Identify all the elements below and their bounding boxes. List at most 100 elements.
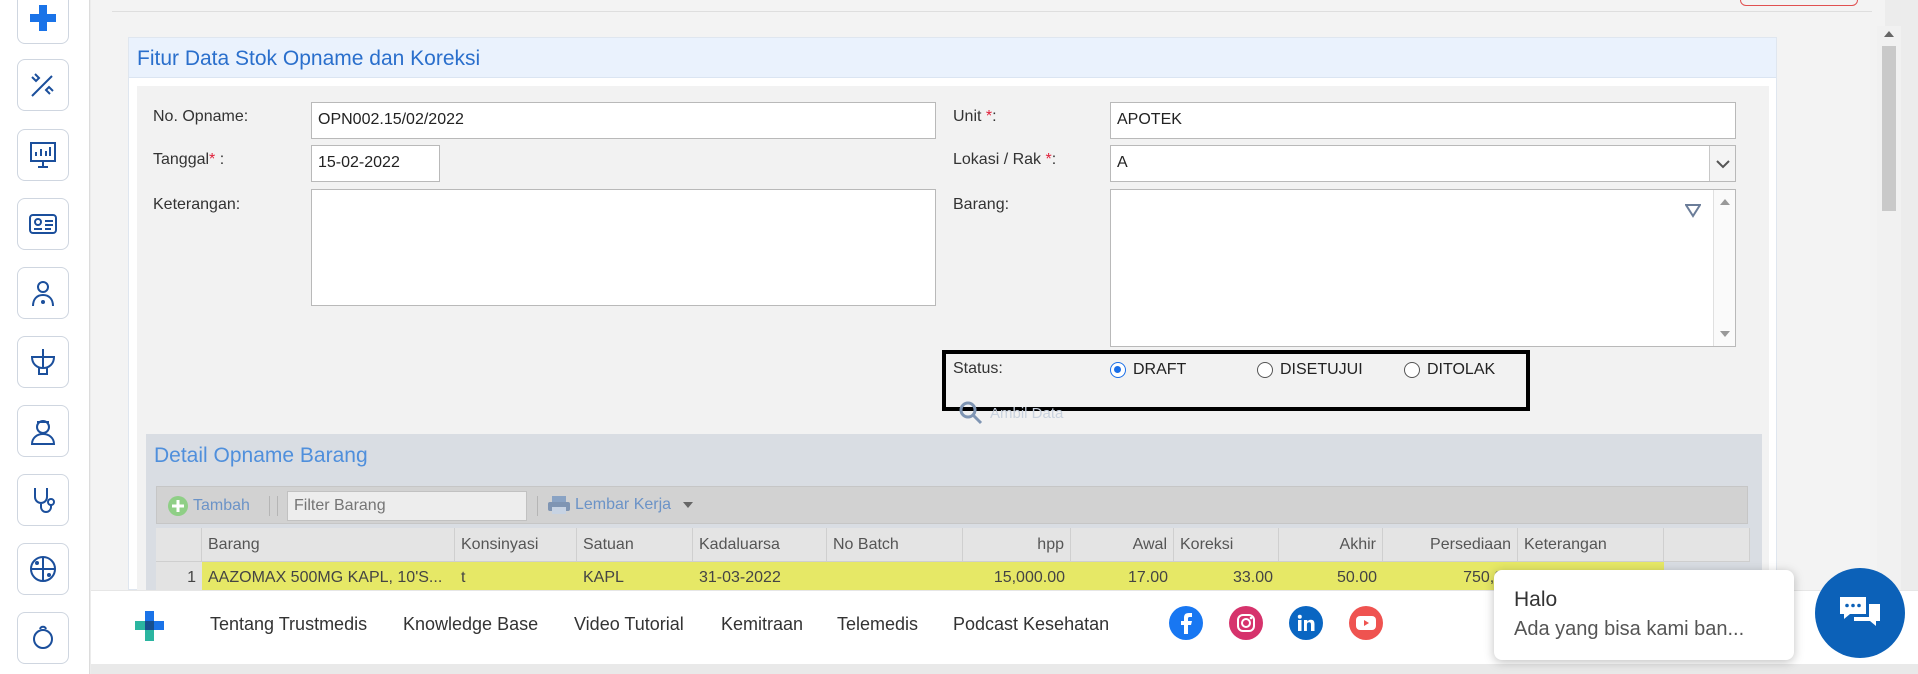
sidebar-item-nurse[interactable]: [17, 405, 69, 457]
page-title: Fitur Data Stok Opname dan Koreksi: [137, 47, 481, 70]
tanggal-label: Tanggal* :: [153, 151, 224, 169]
cell-awal[interactable]: 17.00: [1071, 562, 1174, 592]
add-button[interactable]: Tambah: [167, 495, 250, 517]
detail-title: Detail Opname Barang: [154, 444, 368, 467]
search-icon: [959, 401, 983, 425]
column-header-barang[interactable]: Barang: [202, 528, 455, 562]
keterangan-textarea[interactable]: [311, 189, 936, 306]
column-header-awal[interactable]: Awal: [1071, 528, 1174, 562]
footer-link-podcast[interactable]: Podcast Kesehatan: [953, 614, 1109, 635]
sidebar-item-tools[interactable]: [17, 59, 69, 111]
youtube-glyph: [1356, 616, 1376, 630]
cell-hpp[interactable]: 15,000.00: [963, 562, 1071, 592]
linkedin-glyph: [1297, 614, 1315, 631]
tools-icon: [31, 73, 54, 97]
panel-header: Fitur Data Stok Opname dan Koreksi: [129, 38, 1776, 78]
column-header-persediaan[interactable]: Persediaan: [1383, 528, 1518, 562]
nurse-icon: [30, 420, 56, 445]
id-card-icon: [29, 214, 57, 234]
lokasi-selected-value: A: [1117, 154, 1128, 171]
sidebar-item-id-card[interactable]: [17, 198, 69, 250]
sidebar-item-baby[interactable]: [17, 612, 69, 664]
instagram-icon[interactable]: [1229, 606, 1263, 640]
column-header-konsinyasi[interactable]: Konsinyasi: [455, 528, 577, 562]
chat-bubble[interactable]: Halo Ada yang bisa kami ban...: [1494, 570, 1794, 660]
scroll-down-icon[interactable]: [1720, 330, 1730, 338]
toolbar-separator: [537, 496, 538, 516]
detail-section: Detail Opname Barang Tambah Lembar Kerja…: [146, 434, 1762, 592]
column-header-no-batch[interactable]: No Batch: [827, 528, 963, 562]
linkedin-icon[interactable]: [1289, 606, 1323, 640]
sidebar-item-settings[interactable]: [17, 543, 69, 595]
sidebar-item-reports[interactable]: [17, 129, 69, 181]
grid-rownum-header: [156, 528, 202, 562]
presentation-chart-icon: [30, 142, 56, 168]
cell-kadaluarsa[interactable]: 31-03-2022: [693, 562, 827, 592]
chat-greeting: Halo: [1514, 588, 1558, 611]
ghost-search-button[interactable]: Ambil Data: [958, 400, 1063, 426]
grid-header-filler: [1664, 528, 1750, 562]
unit-label-suffix: :: [992, 108, 997, 125]
barang-scrollbar[interactable]: [1713, 190, 1735, 346]
cell-no-batch[interactable]: [827, 562, 963, 592]
sidebar-item-stethoscope[interactable]: [17, 474, 69, 526]
facebook-icon[interactable]: [1169, 606, 1203, 640]
worksheet-button-label: Lembar Kerja: [575, 496, 672, 513]
cell-akhir[interactable]: 50.00: [1279, 562, 1383, 592]
scroll-up-icon[interactable]: [1884, 30, 1894, 38]
scrollbar-thumb[interactable]: [1882, 46, 1896, 211]
sidebar-item-pharmacy[interactable]: [17, 336, 69, 388]
trustmedis-logo-icon[interactable]: [133, 609, 167, 643]
worksheet-button[interactable]: Lembar Kerja: [547, 495, 694, 515]
tanggal-label-suffix: :: [215, 151, 225, 168]
footer-link-knowledge-base[interactable]: Knowledge Base: [403, 614, 538, 635]
lokasi-select[interactable]: A: [1110, 145, 1736, 182]
sidebar-logo-button[interactable]: [17, 0, 69, 44]
no-opname-field[interactable]: OPN002.15/02/2022: [311, 102, 936, 139]
caret-down-icon[interactable]: [683, 502, 694, 508]
unit-field[interactable]: APOTEK: [1110, 102, 1736, 139]
page-scrollbar[interactable]: [1877, 26, 1901, 590]
barang-label: Barang:: [953, 196, 1010, 213]
scroll-up-icon[interactable]: [1720, 198, 1730, 206]
chat-launcher-button[interactable]: [1815, 568, 1905, 658]
column-header-keterangan[interactable]: Keterangan: [1518, 528, 1664, 562]
add-button-label: Tambah: [193, 497, 250, 514]
lokasi-label-text: Lokasi / Rak: [953, 151, 1046, 168]
column-header-kadaluarsa[interactable]: Kadaluarsa: [693, 528, 827, 562]
filter-icon[interactable]: [1685, 204, 1701, 218]
lokasi-dropdown-button[interactable]: [1709, 146, 1735, 181]
cell-satuan[interactable]: KAPL: [577, 562, 693, 592]
cell-barang[interactable]: AAZOMAX 500MG KAPL, 10'S...: [202, 562, 455, 592]
left-sidebar: [0, 0, 90, 674]
toolbar-separator: [277, 496, 278, 516]
settings-grid-icon: [30, 556, 56, 582]
tanggal-field[interactable]: 15-02-2022: [311, 145, 440, 182]
sidebar-item-doctor[interactable]: [17, 267, 69, 319]
lokasi-label-suffix: :: [1051, 151, 1057, 168]
barang-list[interactable]: [1110, 189, 1736, 347]
column-header-satuan[interactable]: Satuan: [577, 528, 693, 562]
cell-koreksi[interactable]: 33.00: [1174, 562, 1279, 592]
unit-label: Unit *:: [953, 108, 997, 126]
cell-konsinyasi[interactable]: t: [455, 562, 577, 592]
footer-link-video-tutorial[interactable]: Video Tutorial: [574, 614, 684, 635]
baby-icon: [33, 625, 53, 649]
footer-link-tentang[interactable]: Tentang Trustmedis: [210, 614, 367, 635]
column-header-koreksi[interactable]: Koreksi: [1174, 528, 1279, 562]
toolbar-separator: [269, 496, 270, 516]
youtube-icon[interactable]: [1349, 606, 1383, 640]
lokasi-label: Lokasi / Rak *:: [953, 151, 1056, 169]
top-right-button[interactable]: [1740, 0, 1858, 6]
instagram-glyph: [1237, 614, 1255, 632]
footer-link-kemitraan[interactable]: Kemitraan: [721, 614, 803, 635]
column-header-hpp[interactable]: hpp: [963, 528, 1071, 562]
unit-label-text: Unit: [953, 108, 986, 125]
add-icon: [168, 496, 188, 516]
pharmacy-icon: [30, 349, 56, 375]
doctor-icon: [32, 281, 54, 307]
footer-link-telemedis[interactable]: Telemedis: [837, 614, 918, 635]
no-opname-label: No. Opname:: [153, 108, 249, 125]
column-header-akhir[interactable]: Akhir: [1279, 528, 1383, 562]
filter-barang-input[interactable]: [287, 491, 527, 521]
